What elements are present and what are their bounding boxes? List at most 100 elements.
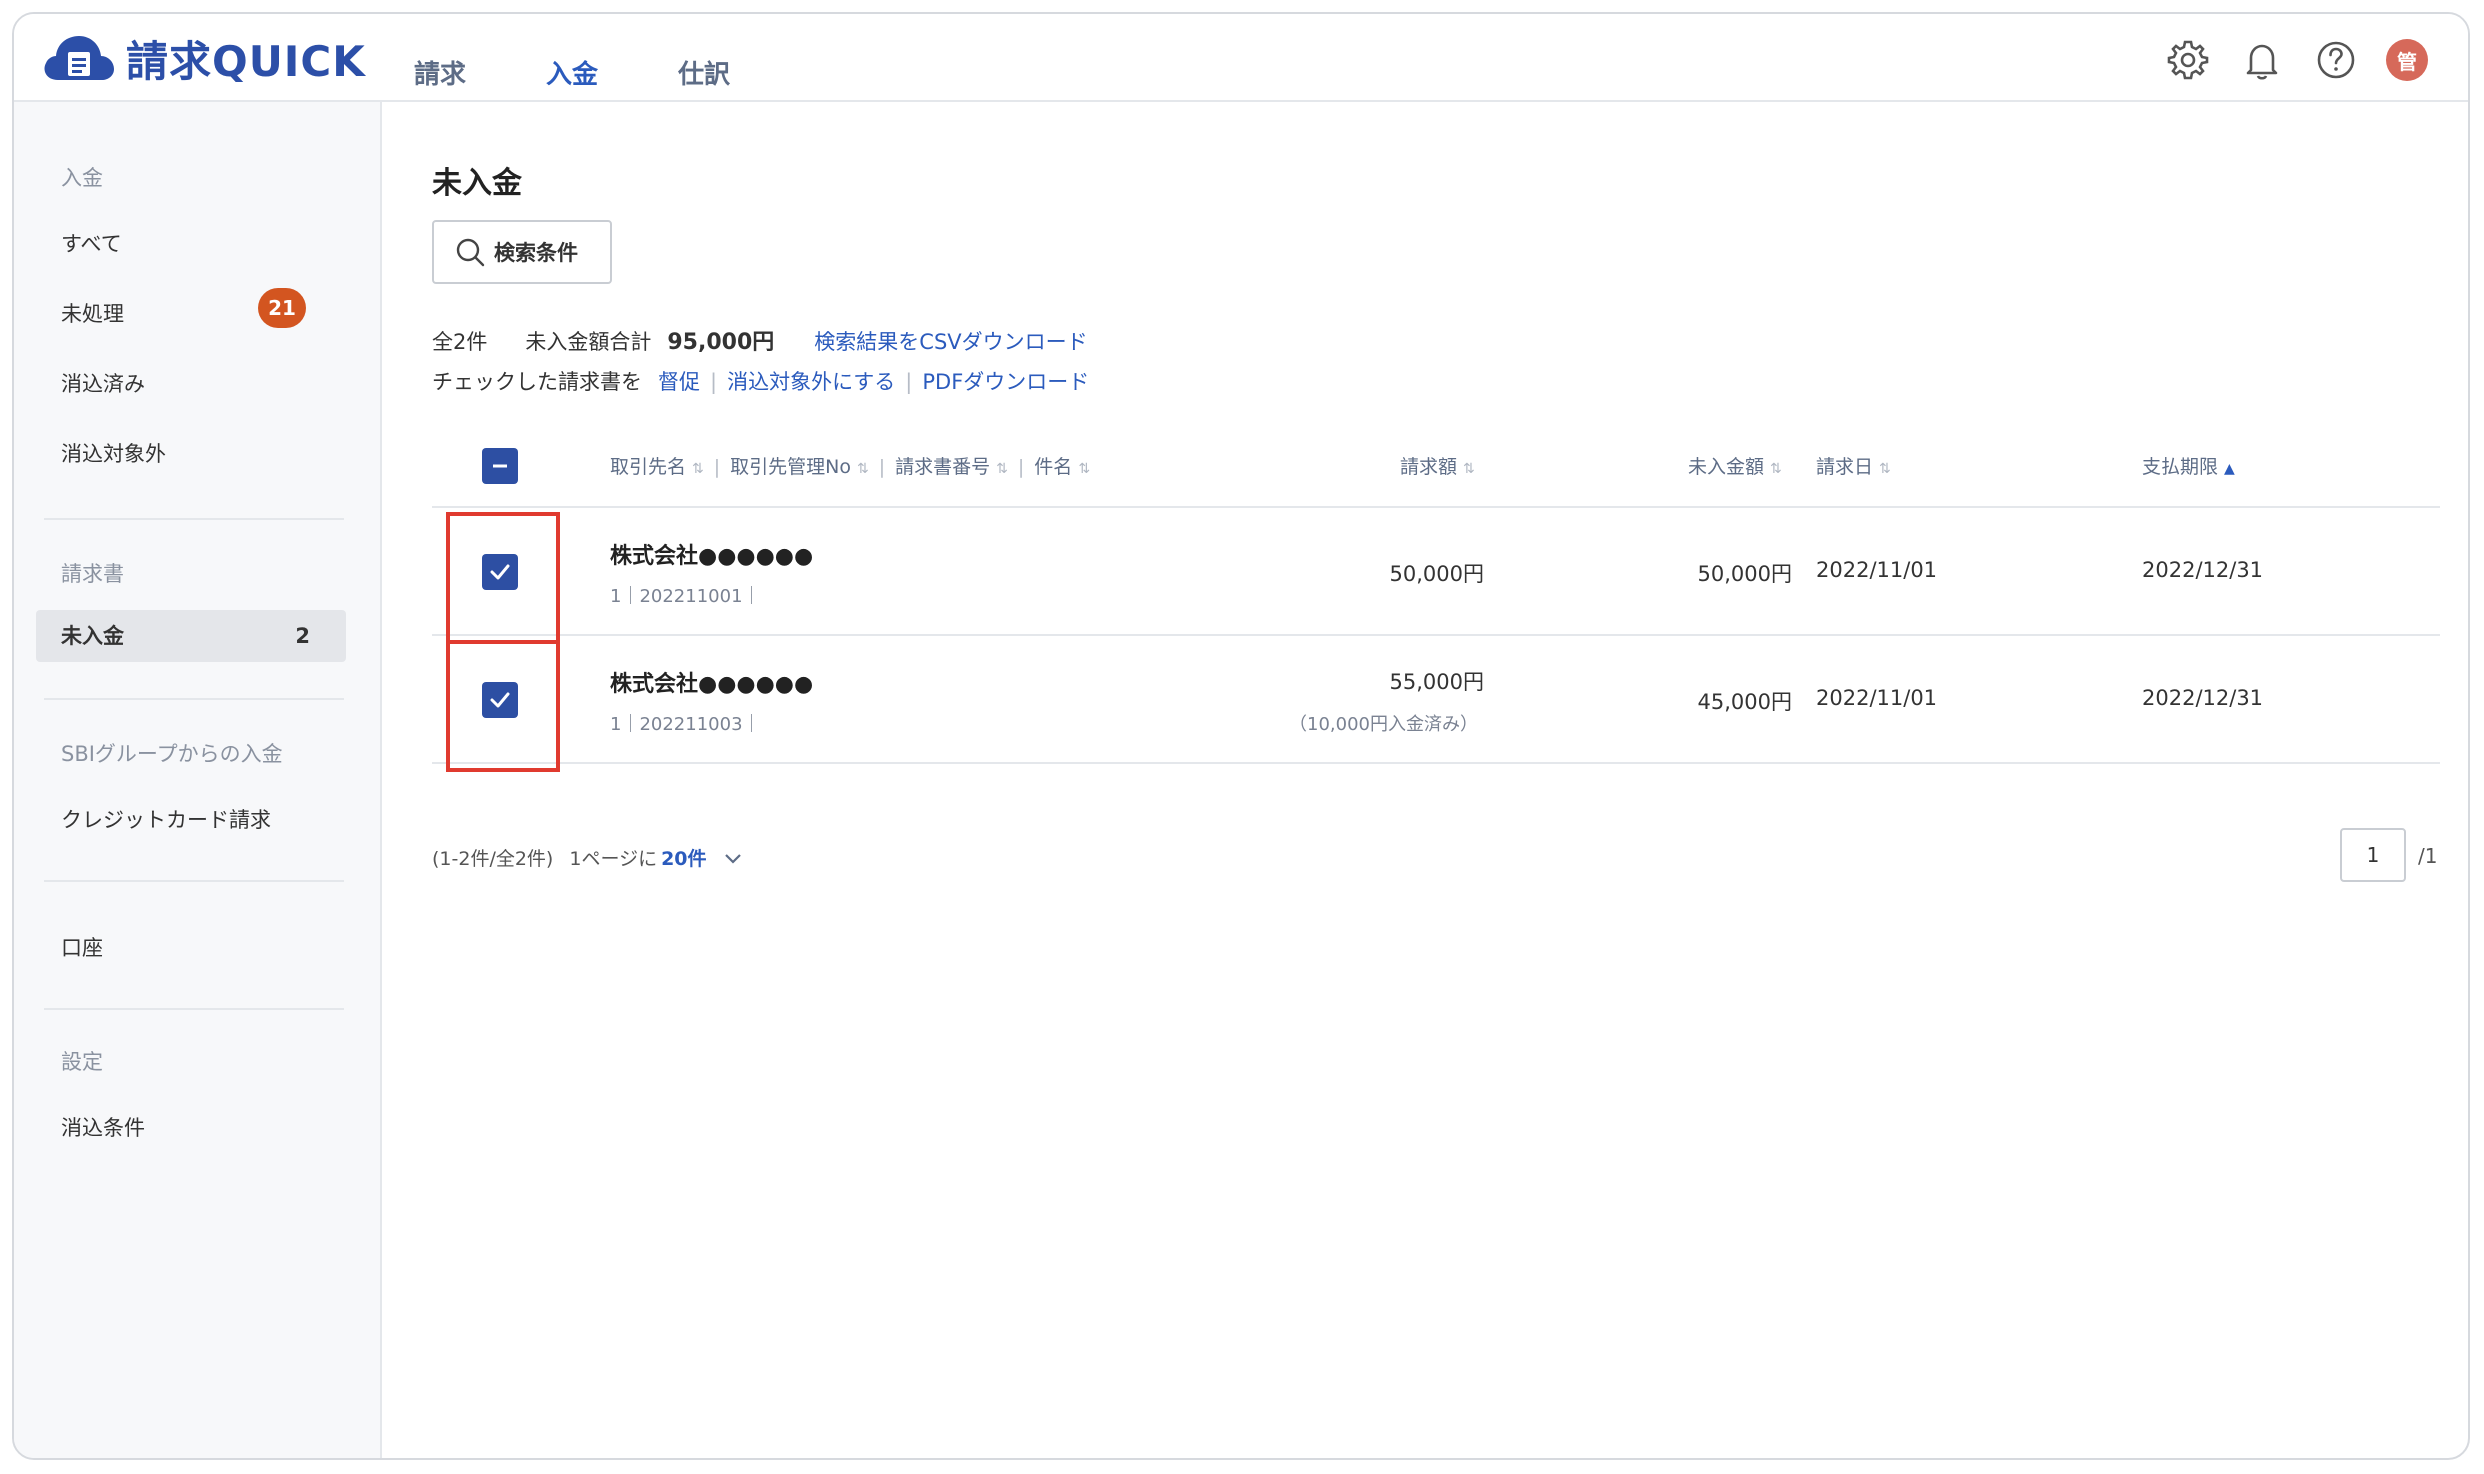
exclude-link[interactable]: 消込対象外にする (727, 366, 895, 396)
per-page-label: 1ページに (569, 848, 658, 870)
separator: | (1017, 456, 1025, 478)
sidebar-item-unpaid[interactable]: 未入金 2 (36, 610, 346, 662)
col-due-date-header[interactable]: 支払期限 ▲ (2142, 452, 2235, 479)
sidebar-item-all[interactable]: すべて (14, 228, 354, 258)
unpaid-amount: 45,000円 (1697, 690, 1792, 714)
nav-tab-journal[interactable]: 仕訳 (678, 54, 730, 91)
main-content: 未入金 検索条件 全2件 未入金額合計 95,000円 検索結果をCSVダウンロ… (384, 102, 2468, 1458)
nav-tab-payment[interactable]: 入金 (546, 54, 598, 91)
sidebar-item-recon-settings[interactable]: 消込条件 (14, 1112, 354, 1142)
col-client[interactable]: 取引先名 (610, 456, 686, 478)
unpaid-total-label: 未入金額合計 (525, 330, 652, 354)
sort-asc-icon: ▲ (2224, 461, 2235, 477)
sidebar-group-payment: 入金 (61, 166, 103, 190)
col-unpaid-header[interactable]: 未入金額 ⇅ (1688, 452, 1782, 479)
separator: | (710, 370, 718, 394)
client-name[interactable]: 株式会社●●●●●● (610, 666, 813, 698)
sort-icon[interactable]: ⇅ (1078, 461, 1090, 477)
client-sub-info: 1｜202211003｜ (610, 714, 761, 735)
client-name[interactable]: 株式会社●●●●●● (610, 538, 813, 570)
col-invoice-date-header[interactable]: 請求日 ⇅ (1816, 452, 1891, 479)
search-button-label: 検索条件 (494, 241, 578, 265)
pagination-info: (1-2件/全2件) 1ページに 20件 (432, 844, 745, 871)
csv-download-link[interactable]: 検索結果をCSVダウンロード (814, 326, 1087, 356)
top-header: 請求QUICK 請求 入金 仕訳 管 (14, 14, 2468, 102)
sidebar-item-label: クレジットカード請求 (61, 808, 271, 832)
remind-link[interactable]: 督促 (658, 366, 700, 396)
sidebar-item-account[interactable]: 口座 (14, 932, 354, 962)
col-invoice-date: 請求日 (1816, 456, 1874, 478)
header-icons: 管 (2138, 36, 2428, 84)
unpaid-total-amount: 95,000円 (667, 330, 775, 355)
sidebar-group-settings: 設定 (61, 1050, 103, 1074)
paid-note: （10,000円入金済み） (1289, 714, 1478, 735)
col-unpaid: 未入金額 (1688, 456, 1765, 478)
sidebar-item-reconciled[interactable]: 消込済み (14, 368, 354, 398)
table-row[interactable]: 株式会社●●●●●● 1｜202211001｜ 50,000円 50,000円 … (432, 508, 2440, 636)
col-due-date: 支払期限 (2142, 456, 2219, 478)
sidebar-group-invoice: 請求書 (61, 562, 124, 586)
sidebar-item-unprocessed[interactable]: 未処理 21 (14, 288, 354, 328)
unpaid-amount: 50,000円 (1697, 562, 1792, 586)
bell-icon (2246, 44, 2278, 80)
col-client-no[interactable]: 取引先管理No (730, 456, 851, 478)
separator: | (878, 456, 886, 478)
result-summary: 全2件 未入金額合計 95,000円 検索結果をCSVダウンロード (432, 324, 1088, 356)
sidebar-divider (44, 880, 344, 882)
due-date: 2022/12/31 (2142, 558, 2264, 582)
sidebar-item-label: 未処理 (61, 302, 124, 326)
separator: | (713, 456, 721, 478)
sidebar-group-sbi: SBIグループからの入金 (61, 742, 283, 766)
invoice-table: 取引先名 ⇅ | 取引先管理No ⇅ | 請求書番号 ⇅ | 件名 ⇅ 請求額 ⇅ 未入金額 ⇅ 請求日… (432, 432, 2440, 772)
help-button[interactable] (2312, 36, 2360, 84)
search-icon (456, 238, 485, 267)
app-name: 請求QUICK (126, 36, 366, 86)
select-all-checkbox[interactable] (482, 448, 518, 484)
col-amount-header[interactable]: 請求額 ⇅ (1400, 452, 1475, 479)
sidebar-item-label: 消込条件 (61, 1116, 145, 1140)
invoice-date: 2022/11/01 (1816, 686, 1938, 710)
sidebar-divider (44, 698, 344, 700)
separator: | (905, 370, 913, 394)
sort-icon: ⇅ (1463, 461, 1475, 477)
sort-icon: ⇅ (1770, 461, 1782, 477)
notification-button[interactable] (2238, 36, 2286, 84)
search-conditions-button[interactable]: 検索条件 (432, 220, 612, 284)
table-row[interactable]: 株式会社●●●●●● 1｜202211003｜ 55,000円 （10,000円… (432, 636, 2440, 764)
sort-icon[interactable]: ⇅ (996, 461, 1008, 477)
question-circle-icon (2317, 41, 2355, 79)
bulk-actions: チェックした請求書を 督促 | 消込対象外にする | PDFダウンロード (432, 366, 1089, 396)
sidebar-item-excluded[interactable]: 消込対象外 (14, 438, 354, 468)
col-subject[interactable]: 件名 (1034, 456, 1072, 478)
unprocessed-count-badge: 21 (258, 288, 306, 328)
sidebar-item-credit-card[interactable]: クレジットカード請求 (14, 804, 354, 834)
gear-icon (2167, 40, 2209, 80)
nav-tab-invoice[interactable]: 請求 (414, 54, 466, 91)
unpaid-count: 2 (295, 624, 310, 648)
due-date: 2022/12/31 (2142, 686, 2264, 710)
cloud-document-icon (44, 36, 114, 80)
pdf-download-link[interactable]: PDFダウンロード (922, 366, 1089, 396)
page-total: /1 (2418, 844, 2438, 868)
minus-icon (493, 464, 507, 468)
page-title: 未入金 (432, 166, 522, 201)
page-number-input[interactable]: 1 (2340, 828, 2406, 882)
chevron-down-icon[interactable] (721, 846, 745, 870)
settings-button[interactable] (2164, 36, 2212, 84)
client-sub-info: 1｜202211001｜ (610, 586, 761, 607)
user-avatar[interactable]: 管 (2386, 39, 2428, 81)
column-headers-left: 取引先名 ⇅ | 取引先管理No ⇅ | 請求書番号 ⇅ | 件名 ⇅ (610, 452, 1090, 479)
invoice-amount: 55,000円 (1389, 670, 1484, 694)
per-page-select[interactable]: 20件 (661, 844, 706, 871)
invoice-date: 2022/11/01 (1816, 558, 1938, 582)
col-invoice-no[interactable]: 請求書番号 (895, 456, 990, 478)
result-range: (1-2件/全2件) (432, 848, 554, 870)
col-amount: 請求額 (1400, 456, 1458, 478)
app-window: 請求QUICK 請求 入金 仕訳 管 入金 すべて 未処理 21 消込済み 消込… (12, 12, 2470, 1460)
sort-icon: ⇅ (1879, 461, 1891, 477)
sort-icon[interactable]: ⇅ (692, 461, 704, 477)
app-logo[interactable]: 請求QUICK (40, 30, 366, 86)
sort-icon[interactable]: ⇅ (857, 461, 869, 477)
sidebar-item-label: 消込対象外 (61, 442, 166, 466)
main-nav: 請求 入金 仕訳 (414, 54, 810, 91)
